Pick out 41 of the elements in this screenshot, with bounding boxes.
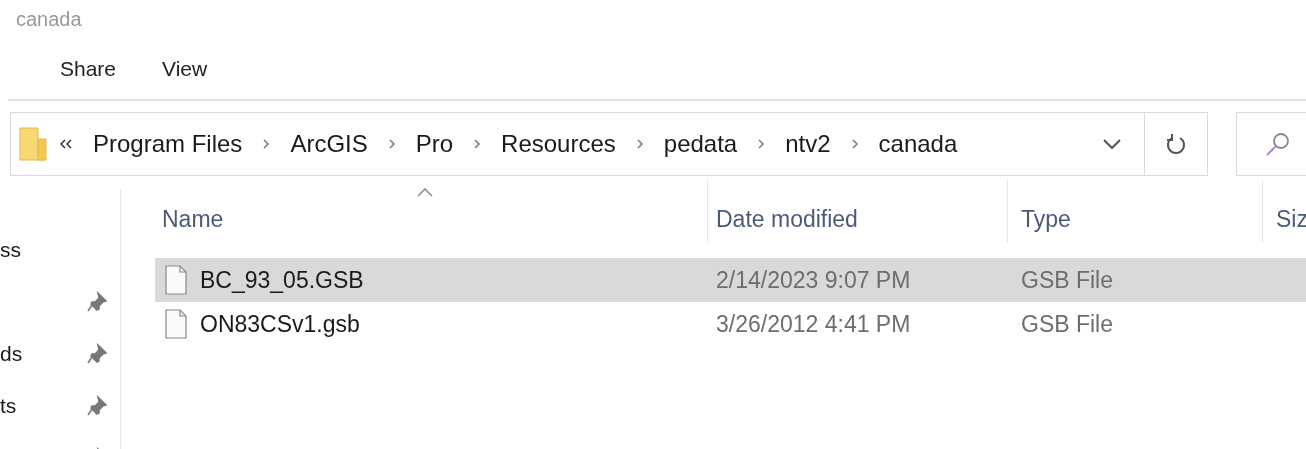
chevron-icon (850, 138, 859, 150)
breadcrumb[interactable]: pedata (663, 130, 738, 158)
breadcrumb[interactable]: ntv2 (785, 130, 831, 158)
nav-item[interactable]: ds (0, 342, 23, 366)
column-header[interactable]: Siz (1262, 180, 1306, 242)
refresh-icon[interactable] (1166, 133, 1186, 155)
dropdown-icon[interactable] (1102, 138, 1122, 150)
file-name: BC_93_05.GSB (200, 266, 364, 294)
type-cell: GSB File (1021, 266, 1114, 294)
chevron-icon (757, 138, 766, 150)
ribbon-tab[interactable]: View (156, 54, 214, 83)
date-cell: 2/14/2023 9:07 PM (716, 266, 911, 294)
nav-item[interactable]: ss (0, 238, 21, 262)
nav-item[interactable]: ts (0, 394, 17, 418)
chevron-icon (387, 138, 396, 150)
chevron-icon (262, 138, 271, 150)
breadcrumb[interactable]: canada (878, 130, 958, 158)
chevron-icon (635, 138, 644, 150)
file-row[interactable]: ON83CSv1.gsb 3/26/2012 4:41 PM GSB File (155, 302, 1306, 346)
search-field[interactable] (1236, 112, 1306, 176)
file-icon (165, 265, 187, 295)
breadcrumb[interactable]: ArcGIS (290, 130, 368, 158)
column-header[interactable]: Type (1007, 180, 1262, 242)
type-cell: GSB File (1021, 310, 1114, 338)
window-title: canada (16, 7, 82, 31)
sort-caret-icon (417, 188, 433, 197)
breadcrumb[interactable]: Resources (501, 130, 616, 158)
file-icon (165, 309, 187, 339)
ribbon-tab[interactable]: Share (54, 54, 123, 83)
breadcrumb[interactable]: Pro (415, 130, 454, 158)
breadcrumb[interactable]: Program Files (93, 130, 243, 158)
date-cell: 3/26/2012 4:41 PM (716, 310, 911, 338)
column-header[interactable]: Name (155, 180, 707, 242)
file-row[interactable]: BC_93_05.GSB 2/14/2023 9:07 PM GSB File (155, 258, 1306, 302)
address-bar[interactable]: Program Files ArcGIS Pro Resources pedata ntv2 canada (10, 112, 1208, 176)
search-icon (1265, 131, 1291, 157)
overflow-chevrons-icon (59, 139, 73, 149)
file-name: ON83CSv1.gsb (200, 310, 360, 338)
folder-icon (19, 127, 47, 161)
chevron-icon (473, 138, 482, 150)
column-header[interactable]: Date modified (707, 180, 1007, 242)
